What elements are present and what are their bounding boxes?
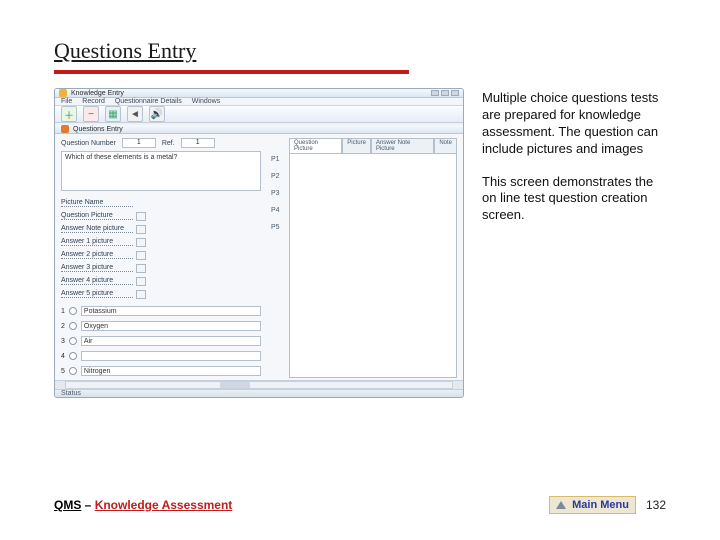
app-icon xyxy=(59,89,67,97)
inner-app-icon xyxy=(61,125,69,133)
inner-title: Questions Entry xyxy=(73,126,123,133)
p-labels: P1 P2 P3 P4 P5 xyxy=(267,138,283,378)
answer-radio-2[interactable] xyxy=(69,322,77,330)
ref-field[interactable]: 1 xyxy=(181,138,215,148)
link-answer3-picture[interactable]: Answer 3 picture xyxy=(61,264,133,272)
browse-button[interactable] xyxy=(136,238,146,247)
image-button[interactable]: ▦ xyxy=(105,106,121,122)
statusbar: Status xyxy=(55,389,463,397)
toolbar: ＋ − ▦ ◄ 🔊 xyxy=(55,106,463,123)
qnum-label: Question Number xyxy=(61,140,116,147)
sound-button[interactable]: 🔊 xyxy=(149,106,165,122)
link-question-picture[interactable]: Question Picture xyxy=(61,212,133,220)
browse-button[interactable] xyxy=(136,290,146,299)
p1-label: P1 xyxy=(271,156,283,163)
p2-label: P2 xyxy=(271,173,283,180)
tab-question-picture[interactable]: Question Picture xyxy=(289,138,342,153)
footer-ka: Knowledge Assessment xyxy=(95,498,233,512)
question-text-field[interactable]: Which of these elements is a metal? xyxy=(61,151,261,191)
footer-left: QMS – Knowledge Assessment xyxy=(54,498,232,512)
footer-qms: QMS xyxy=(54,498,81,512)
answer-field-4[interactable] xyxy=(81,351,261,361)
link-answer2-picture[interactable]: Answer 2 picture xyxy=(61,251,133,259)
answer-field-5[interactable]: Nitrogen xyxy=(81,366,261,376)
answer-num: 2 xyxy=(61,323,65,330)
browse-button[interactable] xyxy=(136,225,146,234)
link-answer1-picture[interactable]: Answer 1 picture xyxy=(61,238,133,246)
answer-num: 5 xyxy=(61,368,65,375)
tab-picture[interactable]: Picture xyxy=(342,138,371,153)
close-icon[interactable] xyxy=(451,90,459,96)
ref-label: Ref. xyxy=(162,140,175,147)
qnum-field[interactable]: 1 xyxy=(122,138,156,148)
status-text: Status xyxy=(61,390,81,397)
inner-titlebar: Questions Entry xyxy=(55,125,463,134)
tab-answer-note-picture[interactable]: Answer Note Picture xyxy=(371,138,434,153)
link-answer4-picture[interactable]: Answer 4 picture xyxy=(61,277,133,285)
p3-label: P3 xyxy=(271,190,283,197)
answer-num: 3 xyxy=(61,338,65,345)
answer-radio-1[interactable] xyxy=(69,307,77,315)
answer-num: 1 xyxy=(61,308,65,315)
side-text: Multiple choice questions tests are prep… xyxy=(482,88,666,240)
menubar: File Record Questionnaire Details Window… xyxy=(55,98,463,106)
menu-record[interactable]: Record xyxy=(82,98,105,105)
app-title: Knowledge Entry xyxy=(71,90,124,97)
tab-note[interactable]: Note xyxy=(434,138,457,153)
menu-windows[interactable]: Windows xyxy=(192,98,220,105)
title-row: Questions Entry xyxy=(54,38,409,74)
answer-field-2[interactable]: Oxygen xyxy=(81,321,261,331)
menu-qdetails[interactable]: Questionnaire Details xyxy=(115,98,182,105)
answer-field-3[interactable]: Air xyxy=(81,336,261,346)
app-screenshot: Knowledge Entry File Record Questionnair… xyxy=(54,88,464,398)
menu-file[interactable]: File xyxy=(61,98,72,105)
main-menu-label: Main Menu xyxy=(572,499,629,511)
main-menu-button[interactable]: Main Menu xyxy=(549,496,636,514)
window-buttons xyxy=(431,90,459,96)
slide-title: Questions Entry xyxy=(54,38,409,64)
link-picture-name[interactable]: Picture Name xyxy=(61,199,133,207)
p4-label: P4 xyxy=(271,207,283,214)
browse-button[interactable] xyxy=(136,251,146,260)
answer-radio-5[interactable] xyxy=(69,367,77,375)
maximize-icon[interactable] xyxy=(441,90,449,96)
answer-radio-3[interactable] xyxy=(69,337,77,345)
answer-field-1[interactable]: Potassium xyxy=(81,306,261,316)
arrow-up-icon xyxy=(556,501,566,509)
side-text-p1: Multiple choice questions tests are prep… xyxy=(482,90,666,158)
add-button[interactable]: ＋ xyxy=(61,106,77,122)
browse-button[interactable] xyxy=(136,212,146,221)
minimize-icon[interactable] xyxy=(431,90,439,96)
app-titlebar: Knowledge Entry xyxy=(55,89,463,98)
page-number: 132 xyxy=(646,498,666,512)
answer-num: 4 xyxy=(61,353,65,360)
link-answer-note-picture[interactable]: Answer Note picture xyxy=(61,225,133,233)
browse-button[interactable] xyxy=(136,264,146,273)
link-answer5-picture[interactable]: Answer 5 picture xyxy=(61,290,133,298)
delete-button[interactable]: − xyxy=(83,106,99,122)
back-button[interactable]: ◄ xyxy=(127,106,143,122)
browse-button[interactable] xyxy=(136,277,146,286)
horizontal-scrollbar[interactable] xyxy=(55,380,463,389)
preview-tabs: Question Picture Picture Answer Note Pic… xyxy=(289,138,457,153)
preview-pane xyxy=(289,153,457,378)
answer-radio-4[interactable] xyxy=(69,352,77,360)
p5-label: P5 xyxy=(271,224,283,231)
side-text-p2: This screen demonstrates the on line tes… xyxy=(482,174,666,225)
